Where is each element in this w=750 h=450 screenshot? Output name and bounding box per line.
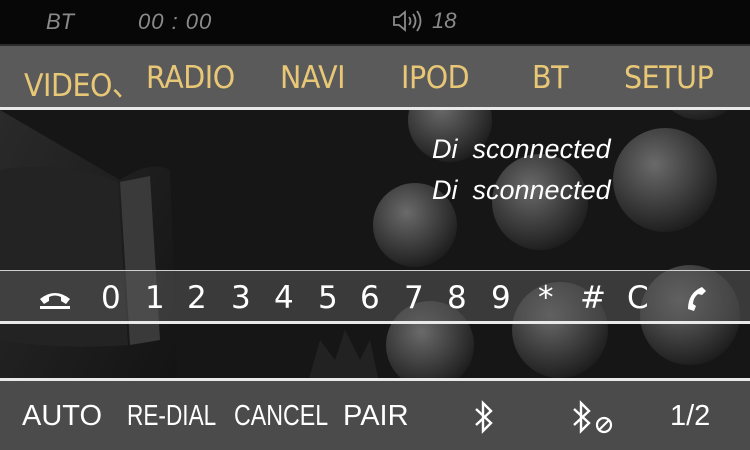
key-9[interactable]: 9 — [491, 280, 511, 316]
speaker-icon — [393, 10, 422, 32]
key-7[interactable]: 7 — [404, 280, 424, 316]
dial-pad-row: 0 1 2 3 4 5 6 7 8 9 * # C — [0, 270, 750, 324]
bluetooth-disconnect-icon[interactable] — [570, 400, 616, 436]
nav-bt[interactable]: BT — [532, 60, 569, 96]
nav-video[interactable]: VIDEO、 — [24, 60, 141, 105]
status-bar: BT 00 : 00 18 — [0, 0, 750, 44]
bottom-function-bar: AUTO RE-DIAL CANCEL PAIR 1/2 — [0, 378, 750, 450]
key-star[interactable]: * — [538, 280, 554, 316]
mode-label: BT — [46, 9, 75, 34]
nav-navi[interactable]: NAVI — [280, 60, 346, 96]
key-0[interactable]: 0 — [101, 280, 121, 316]
key-5[interactable]: 5 — [318, 280, 338, 316]
hang-up-icon[interactable] — [37, 285, 73, 311]
nav-setup[interactable]: SETUP — [624, 60, 714, 96]
pair-button[interactable]: PAIR — [343, 400, 409, 433]
bt-phone-screen: BT 00 : 00 18 VIDEO、 RADIO NAVI IPOD BT … — [0, 0, 750, 450]
key-8[interactable]: 8 — [447, 280, 467, 316]
key-2[interactable]: 2 — [187, 280, 207, 316]
connection-status-1: Di sconnected — [432, 134, 611, 164]
auto-button[interactable]: AUTO — [22, 400, 102, 433]
page-indicator[interactable]: 1/2 — [670, 400, 710, 433]
clock: 00 : 00 — [138, 9, 213, 34]
key-1[interactable]: 1 — [145, 280, 165, 316]
volume-level: 18 — [432, 8, 457, 33]
cancel-button[interactable]: CANCEL — [234, 400, 328, 433]
key-3[interactable]: 3 — [231, 280, 251, 316]
key-clear[interactable]: C — [627, 280, 649, 316]
volume-indicator: 18 — [392, 8, 456, 34]
bluetooth-icon[interactable] — [472, 400, 496, 434]
key-6[interactable]: 6 — [360, 280, 380, 316]
connection-status-2: Di sconnected — [432, 175, 611, 205]
nav-radio[interactable]: RADIO — [146, 60, 235, 96]
key-4[interactable]: 4 — [274, 280, 294, 316]
key-hash[interactable]: # — [580, 280, 606, 316]
nav-ipod[interactable]: IPOD — [401, 60, 470, 96]
redial-button[interactable]: RE-DIAL — [127, 400, 216, 433]
top-nav-bar: VIDEO、 RADIO NAVI IPOD BT SETUP — [0, 44, 750, 110]
call-icon[interactable] — [684, 283, 718, 313]
